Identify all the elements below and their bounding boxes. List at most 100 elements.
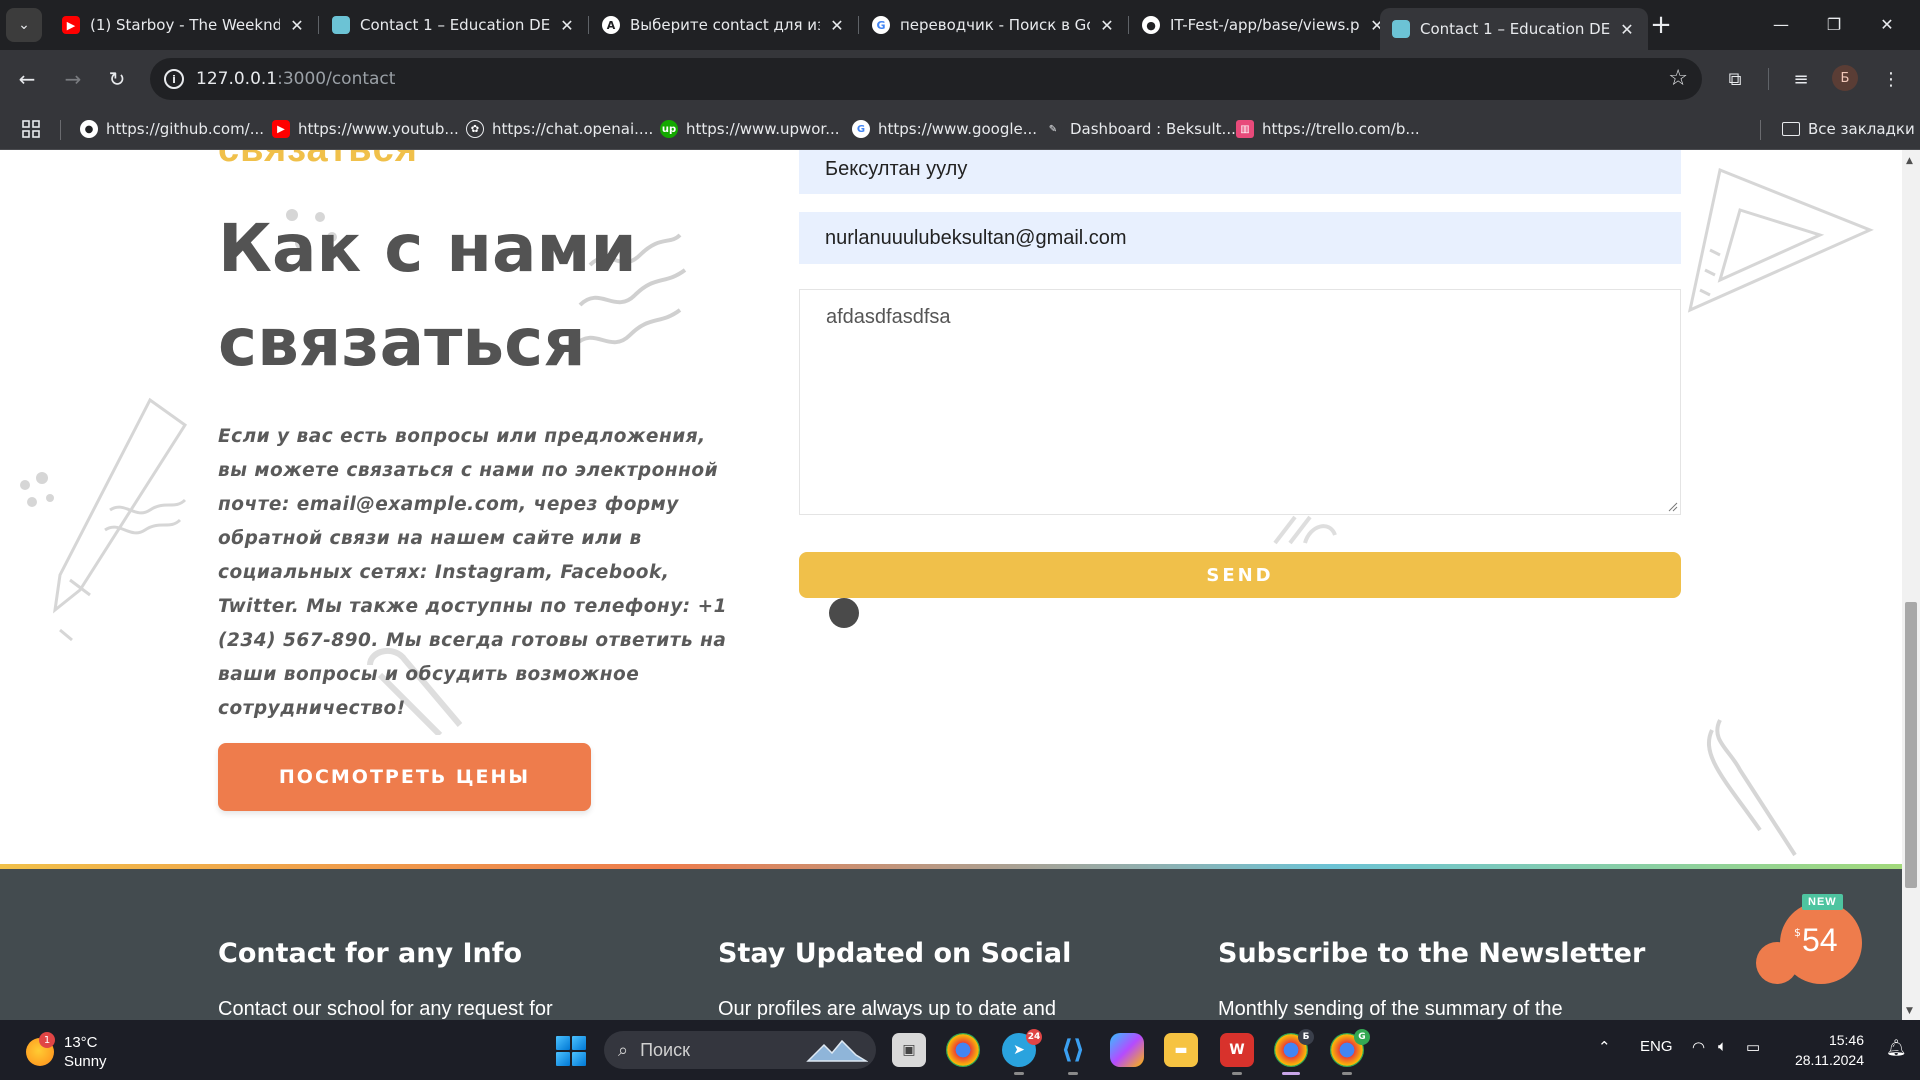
- bookmark-label: https://www.google...: [878, 120, 1038, 138]
- tab-contact-active[interactable]: Contact 1 – Education DEM ✕: [1380, 8, 1648, 50]
- back-button[interactable]: ←: [10, 62, 44, 96]
- triangle-ruler-decoration: [1687, 167, 1874, 313]
- bookmark-star-icon[interactable]: ☆: [1668, 66, 1688, 91]
- bookmarks-divider: [60, 120, 61, 140]
- dashboard-icon: ✎: [1044, 120, 1062, 138]
- view-prices-button[interactable]: ПОСМОТРЕТЬ ЦЕНЫ: [218, 743, 591, 811]
- reload-button[interactable]: ↻: [100, 62, 134, 96]
- restore-button[interactable]: ❐: [1811, 8, 1857, 40]
- bookmark-label: https://chat.openai....: [492, 120, 654, 138]
- copilot-icon[interactable]: [1110, 1033, 1144, 1067]
- notifications-icon[interactable]: 🔔︎: [1886, 1038, 1906, 1057]
- profile-avatar[interactable]: Б: [1832, 65, 1858, 91]
- arrow-right-icon: →: [64, 67, 82, 91]
- message-textarea[interactable]: afdasdfasdfsa: [799, 289, 1681, 515]
- footer-contact-title: Contact for any Info: [218, 938, 523, 969]
- email-field[interactable]: nurlanuuulubeksultan@gmail.com: [799, 212, 1681, 264]
- bookmarks-bar: ● https://github.com/... ▶ https://www.you…: [0, 108, 1920, 150]
- clip-decoration: [1273, 515, 1337, 545]
- volume-icon[interactable]: 🔈︎: [1718, 1038, 1727, 1055]
- bookmark-chatgpt[interactable]: ✿ https://chat.openai....: [466, 118, 653, 140]
- vscode-icon[interactable]: ⟨⟩: [1056, 1033, 1090, 1067]
- all-bookmarks-folder[interactable]: Все закладки: [1782, 118, 1915, 140]
- tab-contact[interactable]: Contact 1 – Education DEM ✕: [320, 8, 588, 42]
- github-icon: ●: [1142, 16, 1160, 34]
- close-icon[interactable]: ✕: [288, 16, 306, 35]
- system-clock[interactable]: 15:46 28.11.2024: [1790, 1030, 1864, 1070]
- media-controls-icon[interactable]: ≡: [1786, 64, 1816, 94]
- sun-icon: 1: [26, 1032, 55, 1066]
- tab-youtube[interactable]: ▶ (1) Starboy - The Weeknd ( ✕: [50, 8, 318, 42]
- running-indicator: [1068, 1072, 1078, 1075]
- scrollbar-thumb[interactable]: [1905, 602, 1917, 888]
- name-field[interactable]: Бексултан уулу: [799, 150, 1681, 194]
- extensions-icon[interactable]: ⧉: [1720, 64, 1750, 94]
- clock-date: 28.11.2024: [1794, 1052, 1864, 1068]
- promo-price: 54: [1802, 922, 1838, 958]
- bookmarks-divider: [1760, 120, 1761, 140]
- weather-widget[interactable]: 1 13°C Sunny: [26, 1032, 107, 1072]
- youtube-icon: ▶: [62, 16, 80, 34]
- scroll-down-icon[interactable]: ▼: [1906, 1006, 1913, 1016]
- chrome-icon[interactable]: [946, 1033, 980, 1067]
- new-tab-button[interactable]: +: [1646, 10, 1676, 40]
- send-button[interactable]: SEND: [799, 552, 1681, 598]
- chevron-down-icon: ⌄: [18, 17, 30, 33]
- notification-badge: 1: [39, 1032, 55, 1048]
- bookmark-label: Dashboard : Beksult...: [1070, 120, 1236, 138]
- promo-price-badge[interactable]: NEW $ 54: [1780, 894, 1862, 984]
- tab-title: Выберите contact для изм: [630, 16, 820, 34]
- menu-icon[interactable]: ⋮: [1876, 64, 1906, 94]
- currency-symbol: $: [1794, 926, 1801, 939]
- bookmark-upwork[interactable]: up https://www.upwor...: [660, 118, 840, 140]
- telegram-icon[interactable]: ➤ 24: [1002, 1029, 1042, 1067]
- search-highlight-icon: [806, 1039, 868, 1062]
- close-icon[interactable]: ✕: [558, 16, 576, 35]
- forward-button[interactable]: →: [56, 62, 90, 96]
- close-icon[interactable]: ✕: [1098, 16, 1116, 35]
- active-indicator: [1282, 1072, 1300, 1075]
- bookmark-label: https://trello.com/b...: [1262, 120, 1420, 138]
- close-icon[interactable]: ✕: [1618, 20, 1636, 39]
- resize-handle-icon[interactable]: [1668, 502, 1678, 512]
- battery-icon[interactable]: ▭: [1746, 1038, 1760, 1056]
- bookmark-github[interactable]: ● https://github.com/...: [80, 118, 264, 140]
- chrome-profile-g-icon[interactable]: G: [1330, 1029, 1370, 1067]
- site-icon: [1392, 20, 1410, 38]
- wifi-icon[interactable]: ◠: [1692, 1038, 1705, 1056]
- openai-icon: ✿: [466, 120, 484, 138]
- tab-title: Contact 1 – Education DEM: [1420, 20, 1610, 38]
- close-icon[interactable]: ✕: [828, 16, 846, 35]
- task-view-icon[interactable]: ▣: [892, 1033, 926, 1067]
- file-explorer-icon[interactable]: ▬: [1164, 1033, 1198, 1067]
- address-bar[interactable]: i 127.0.0.1:3000/contact ☆: [150, 58, 1702, 100]
- clock-time: 15:46: [1828, 1032, 1864, 1048]
- minimize-button[interactable]: —: [1758, 8, 1804, 40]
- tab-github[interactable]: ● IT-Fest-/app/base/views.py ✕: [1130, 8, 1398, 42]
- toolbar-divider: [1768, 68, 1769, 90]
- tab-django-admin[interactable]: A Выберите contact для изм ✕: [590, 8, 858, 42]
- close-window-button[interactable]: ✕: [1864, 8, 1910, 40]
- apps-icon[interactable]: [22, 118, 40, 140]
- reload-icon: ↻: [108, 67, 126, 91]
- taskbar-search[interactable]: ⌕ Поиск: [604, 1031, 876, 1069]
- bookmark-google[interactable]: Ghttps://www.google...: [852, 118, 1037, 140]
- site-icon: [332, 16, 350, 34]
- bookmark-youtube[interactable]: ▶ https://www.youtub...: [272, 118, 459, 140]
- bookmark-trello[interactable]: ▥ https://trello.com/b...: [1236, 118, 1420, 140]
- start-button[interactable]: [556, 1036, 586, 1066]
- running-indicator: [1342, 1072, 1352, 1075]
- scroll-up-icon[interactable]: ▲: [1906, 156, 1913, 166]
- page-scrollbar[interactable]: ▲ ▼: [1902, 150, 1920, 1020]
- tab-google[interactable]: G переводчик - Поиск в Goo ✕: [860, 8, 1128, 42]
- section-kicker: связаться: [218, 150, 418, 171]
- office-icon[interactable]: W: [1220, 1033, 1254, 1067]
- bookmark-label: https://www.upwor...: [686, 120, 840, 138]
- site-info-icon[interactable]: i: [164, 69, 184, 89]
- chevron-up-icon[interactable]: ⌃: [1598, 1038, 1611, 1056]
- chrome-profile-b-icon[interactable]: Б: [1274, 1029, 1314, 1067]
- github-icon: ●: [80, 120, 98, 138]
- tab-search-button[interactable]: ⌄: [6, 8, 42, 42]
- language-indicator[interactable]: ENG: [1640, 1038, 1673, 1055]
- bookmark-dashboard[interactable]: ✎ Dashboard : Beksult...: [1044, 118, 1236, 140]
